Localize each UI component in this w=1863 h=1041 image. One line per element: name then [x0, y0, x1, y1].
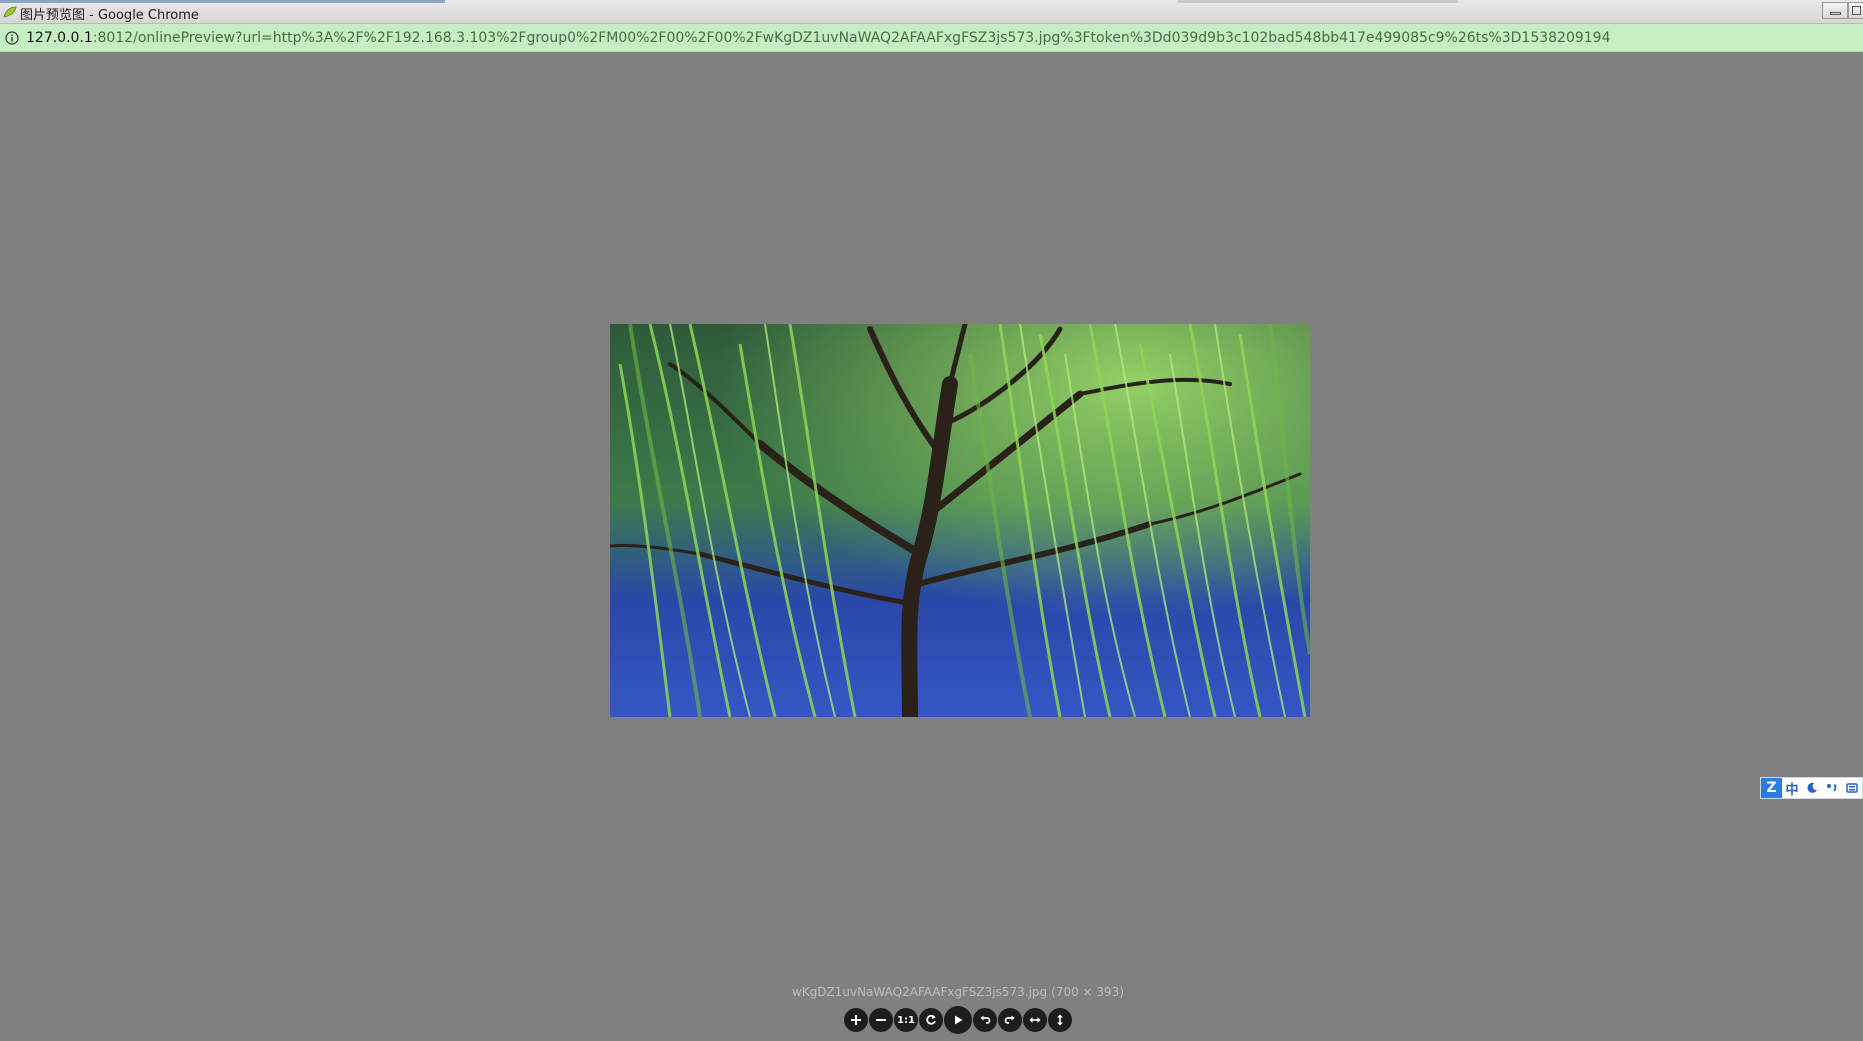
willow-photo [610, 324, 1310, 717]
window-title-bar: 图片预览图 - Google Chrome [0, 0, 1863, 24]
rotate-right-icon [1004, 1015, 1015, 1024]
window-title: 图片预览图 - Google Chrome [20, 8, 199, 23]
minus-icon [876, 1019, 886, 1021]
image-dimensions: (700 × 393) [1051, 985, 1124, 999]
zoom-in-button[interactable] [844, 1008, 868, 1032]
address-bar[interactable]: 127.0.0.1:8012/onlinePreview?url=http%3A… [0, 24, 1863, 52]
ime-logo-icon[interactable]: Z [1761, 778, 1782, 798]
ime-toolbar[interactable]: Z 中 [1760, 777, 1863, 799]
reset-button[interactable] [919, 1008, 943, 1032]
play-icon [955, 1015, 963, 1025]
flip-vertical-button[interactable] [1048, 1008, 1072, 1032]
moon-icon[interactable] [1802, 778, 1822, 798]
preview-image[interactable] [610, 324, 1310, 717]
info-icon[interactable] [5, 31, 19, 45]
url-path: :8012/onlinePreview?url=http%3A%2F%2F192… [92, 30, 1611, 46]
one-to-one-button[interactable]: 1:1 [894, 1008, 918, 1032]
tab-strip-active [0, 0, 445, 3]
rotate-left-button[interactable] [973, 1008, 997, 1032]
url-text[interactable]: 127.0.0.1:8012/onlinePreview?url=http%3A… [26, 30, 1611, 46]
image-caption: wKgDZ1uvNaWAQ2AFAAFxgFSZ3js573.jpg (700 ×… [0, 985, 1863, 999]
punctuation-icon[interactable] [1822, 778, 1842, 798]
flip-vertical-icon [1057, 1014, 1063, 1026]
maximize-button[interactable] [1848, 2, 1863, 19]
leaf-favicon-icon [3, 6, 17, 18]
keyboard-icon[interactable] [1842, 778, 1862, 798]
zoom-out-button[interactable] [869, 1008, 893, 1032]
flip-horizontal-button[interactable] [1023, 1008, 1047, 1032]
flip-horizontal-icon [1029, 1017, 1041, 1023]
tab-strip-inactive [1178, 0, 1458, 3]
viewer-toolbar: 1:1 [844, 1006, 1072, 1034]
image-file-name: wKgDZ1uvNaWAQ2AFAAFxgFSZ3js573.jpg [792, 985, 1048, 999]
minimize-button[interactable] [1822, 2, 1848, 19]
refresh-icon [926, 1014, 936, 1025]
ime-mode-toggle[interactable]: 中 [1782, 778, 1802, 798]
url-host: 127.0.0.1 [26, 30, 93, 46]
one-to-one-icon: 1:1 [897, 1014, 915, 1026]
play-button[interactable] [944, 1006, 972, 1034]
rotate-right-button[interactable] [998, 1008, 1022, 1032]
plus-icon [851, 1015, 861, 1025]
rotate-left-icon [980, 1015, 991, 1024]
